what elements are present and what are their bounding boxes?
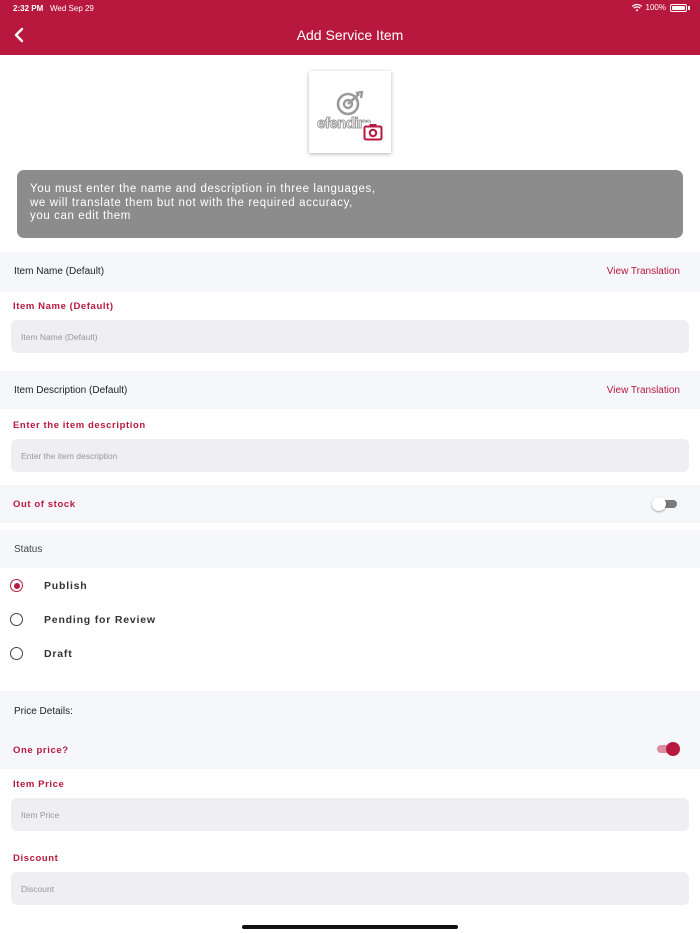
out-of-stock-toggle[interactable] — [652, 497, 678, 511]
item-price-label: Item Price — [13, 779, 65, 790]
status-option-label: Pending for Review — [44, 614, 156, 626]
item-description-field-label: Enter the item description — [13, 420, 146, 431]
item-photo-picker[interactable]: efendim — [309, 71, 391, 153]
item-name-field-label: Item Name (Default) — [13, 301, 114, 312]
radio-checked-icon[interactable] — [10, 579, 23, 592]
item-description-view-translation-link[interactable]: View Translation — [607, 385, 680, 396]
notice-line: you can edit them — [30, 210, 131, 222]
page-title: Add Service Item — [296, 27, 404, 43]
one-price-label: One price? — [13, 745, 69, 756]
item-description-input[interactable] — [11, 439, 689, 472]
out-of-stock-label: Out of stock — [13, 499, 76, 510]
status-option-label: Publish — [44, 580, 88, 592]
price-details-label: Price Details: — [14, 706, 73, 717]
status-option-pending[interactable]: Pending for Review — [0, 605, 700, 635]
status-option-draft[interactable]: Draft — [0, 639, 700, 669]
one-price-toggle[interactable] — [654, 742, 680, 756]
top-bar: 2:32 PM Wed Sep 29 100% Add Service Item — [0, 0, 700, 55]
status-date: Wed Sep 29 — [50, 4, 94, 13]
discount-label: Discount — [13, 853, 59, 864]
camera-icon[interactable] — [363, 123, 383, 141]
price-details-section: Price Details: One price? — [0, 691, 700, 769]
notice-line: You must enter the name and description … — [30, 183, 376, 195]
item-description-section-label: Item Description (Default) — [14, 385, 128, 396]
radio-unchecked-icon[interactable] — [10, 613, 23, 626]
out-of-stock-row: Out of stock — [0, 485, 700, 523]
item-name-view-translation-link[interactable]: View Translation — [607, 266, 680, 277]
notice-line: we will translate them but not with the … — [30, 196, 353, 209]
status-time: 2:32 PM — [13, 4, 44, 13]
item-name-section-label: Item Name (Default) — [14, 266, 105, 277]
home-indicator[interactable] — [242, 925, 458, 929]
status-bar: 2:32 PM Wed Sep 29 100% — [0, 0, 700, 18]
status-right: 100% — [631, 3, 690, 12]
battery-icon — [670, 3, 687, 12]
wifi-icon — [631, 3, 642, 11]
translation-notice: You must enter the name and description … — [17, 170, 683, 238]
discount-input[interactable] — [11, 872, 689, 905]
item-name-header: Item Name (Default) View Translation — [0, 252, 700, 292]
status-section-label: Status — [14, 544, 43, 555]
item-description-header: Item Description (Default) View Translat… — [0, 371, 700, 409]
radio-unchecked-icon[interactable] — [10, 647, 23, 660]
app-screen: 2:32 PM Wed Sep 29 100% Add Service Item — [0, 0, 700, 934]
item-price-input[interactable] — [11, 798, 689, 831]
status-header: Status — [0, 530, 700, 568]
item-name-input[interactable] — [11, 320, 689, 353]
status-option-label: Draft — [44, 648, 73, 660]
status-option-publish[interactable]: Publish — [0, 571, 700, 601]
battery-percent: 100% — [645, 3, 666, 12]
